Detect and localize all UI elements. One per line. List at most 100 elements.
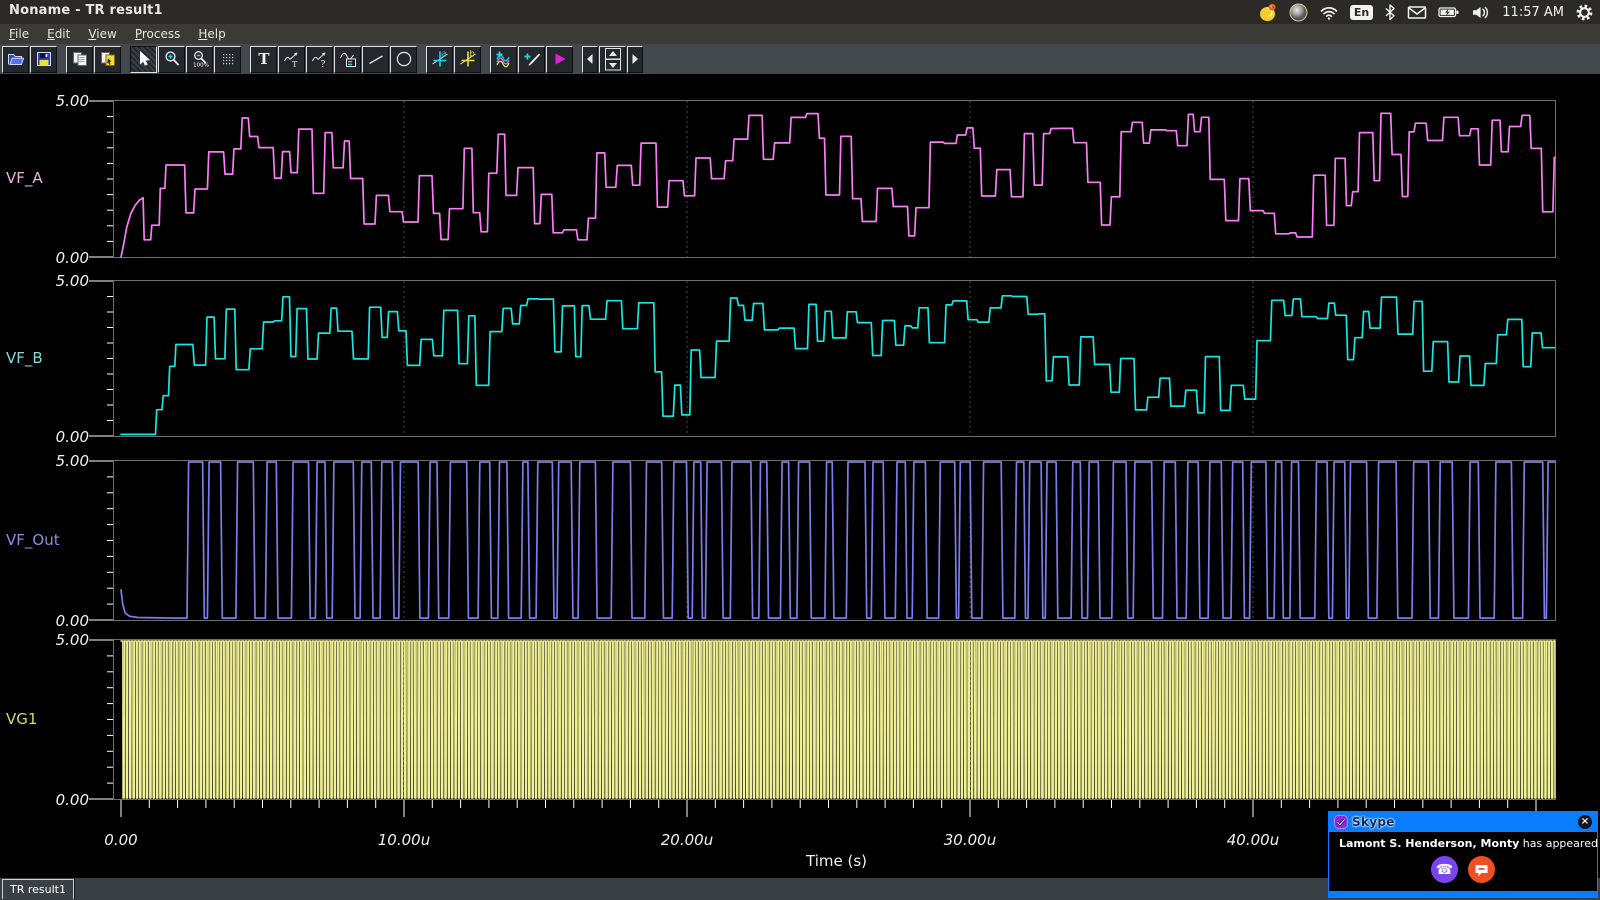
- grid-toggle-button[interactable]: [214, 46, 241, 73]
- svg-text:a: a: [441, 50, 446, 60]
- svg-text:T: T: [258, 50, 270, 68]
- scroll-left-button[interactable]: [582, 46, 598, 73]
- menu-view[interactable]: View: [79, 24, 125, 44]
- toolbar: 100% T T? a b: [0, 44, 1600, 74]
- spinner-icon: [605, 48, 621, 71]
- run-button[interactable]: [546, 46, 573, 73]
- menu-edit[interactable]: Edit: [38, 24, 79, 44]
- trace-vf_out: [121, 462, 1555, 618]
- save-icon: [35, 50, 53, 68]
- x-tick-label: 20.00u: [639, 831, 735, 849]
- call-button[interactable]: ☎: [1431, 856, 1458, 883]
- system-tray: En 11:57 AM: [1258, 0, 1594, 24]
- add-curves-icon: [495, 50, 513, 68]
- cursor-b-icon: b: [459, 50, 477, 68]
- skype-actions: ☎: [1329, 856, 1597, 883]
- add-curve-button[interactable]: [490, 46, 517, 73]
- copy-icon: [71, 50, 89, 68]
- skype-contact-name: Lamont S. Henderson, Monty: [1339, 837, 1519, 850]
- skype-notification-header[interactable]: Skype ×: [1329, 812, 1597, 832]
- annotate-curve-t-button[interactable]: T: [278, 46, 305, 73]
- trace-label-vf_a: VF_A: [6, 169, 43, 187]
- ellipse-tool-icon: [395, 50, 413, 68]
- desktop: { "window": { "title": "Noname - TR resu…: [0, 0, 1600, 900]
- y-axis-max-label: 5.00: [27, 452, 89, 470]
- menu-bar: FileEditViewProcessHelp: [0, 24, 1600, 44]
- trace-vg1: [121, 641, 1555, 798]
- menu-help[interactable]: Help: [189, 24, 234, 44]
- svg-text:b: b: [469, 50, 474, 60]
- tab-tr-result1[interactable]: TR result1: [2, 879, 74, 899]
- window-title: Noname - TR result1: [9, 3, 163, 18]
- y-axis-max-label: 5.00: [27, 92, 89, 110]
- mail-icon[interactable]: [1407, 0, 1427, 24]
- scroll-spinner[interactable]: [599, 46, 626, 73]
- arrow-left-icon: [584, 52, 596, 66]
- curve-arrow-q-icon: ?: [311, 50, 329, 68]
- cursor-a-button[interactable]: a: [426, 46, 453, 73]
- zoom-in-icon: [163, 50, 181, 68]
- trace-label-vf_out: VF_Out: [6, 531, 60, 549]
- y-axis-max-label: 5.00: [27, 272, 89, 290]
- legend-tool-button[interactable]: [334, 46, 361, 73]
- select-cursor-button[interactable]: [130, 46, 157, 73]
- wifi-icon[interactable]: [1319, 0, 1339, 24]
- zoom-in-button[interactable]: [158, 46, 185, 73]
- annotate-curve-q-button[interactable]: ?: [306, 46, 333, 73]
- title-bar[interactable]: Noname - TR result1 En 11:57 AM: [0, 0, 1600, 24]
- text-tool-icon: T: [255, 50, 273, 68]
- panel-vf_a: [113, 100, 1556, 258]
- volume-icon[interactable]: [1471, 0, 1491, 24]
- probe-button[interactable]: [518, 46, 545, 73]
- skype-message: Lamont S. Henderson, Monty has appeared …: [1339, 837, 1600, 850]
- trace-vf_a: [121, 113, 1555, 257]
- open-button[interactable]: [2, 46, 29, 73]
- skype-status-icon[interactable]: [1258, 0, 1278, 24]
- text-tool-button[interactable]: T: [250, 46, 277, 73]
- trace-vf_b: [121, 296, 1555, 435]
- line-tool-button[interactable]: [362, 46, 389, 73]
- trace-label-vf_b: VF_B: [6, 349, 43, 367]
- paste-icon: [99, 50, 117, 68]
- cursor-a-icon: a: [431, 50, 449, 68]
- run-icon: [551, 50, 569, 68]
- zoom-out-100-button[interactable]: 100%: [186, 46, 213, 73]
- session-gear-icon[interactable]: [1575, 0, 1594, 24]
- skype-notification: Skype × Lamont S. Henderson, Monty has a…: [1328, 811, 1598, 898]
- copy-button[interactable]: [66, 46, 93, 73]
- x-tick-label: 10.00u: [356, 831, 452, 849]
- indicator-orb-icon[interactable]: [1289, 0, 1308, 24]
- panel-border: [114, 281, 1556, 437]
- arrow-right-icon: [629, 52, 641, 66]
- skype-check-icon: [1334, 815, 1348, 829]
- chat-button[interactable]: [1468, 856, 1495, 883]
- menu-process[interactable]: Process: [126, 24, 190, 44]
- cursor-b-button[interactable]: b: [454, 46, 481, 73]
- battery-icon[interactable]: [1438, 0, 1460, 24]
- cursor-arrow-icon: [135, 50, 153, 68]
- svg-text:T: T: [292, 60, 298, 68]
- paste-button[interactable]: [94, 46, 121, 73]
- folder-open-icon: [7, 50, 25, 68]
- chat-bubble-icon: [1474, 863, 1489, 877]
- menu-file[interactable]: File: [0, 24, 38, 44]
- close-icon[interactable]: ×: [1578, 815, 1592, 829]
- x-tick-label: 40.00u: [1205, 831, 1301, 849]
- trace-label-vg1: VG1: [6, 710, 37, 728]
- y-axis-max-label: 5.00: [27, 631, 89, 649]
- line-tool-icon: [367, 50, 385, 68]
- curve-legend-icon: [339, 50, 357, 68]
- ellipse-tool-button[interactable]: [390, 46, 417, 73]
- bluetooth-icon[interactable]: [1384, 0, 1396, 24]
- y-axis-min-label: 0.00: [27, 428, 89, 446]
- x-tick-label: 30.00u: [922, 831, 1018, 849]
- save-button[interactable]: [30, 46, 57, 73]
- clock-text[interactable]: 11:57 AM: [1502, 0, 1564, 24]
- y-axis-min-label: 0.00: [27, 612, 89, 630]
- y-axis-min-label: 0.00: [27, 791, 89, 809]
- skype-footer-bar: [1329, 891, 1597, 897]
- scroll-right-button[interactable]: [627, 46, 643, 73]
- panel-vf_b: [113, 280, 1556, 437]
- x-axis-title: Time (s): [806, 852, 867, 870]
- keyboard-indicator[interactable]: En: [1350, 0, 1373, 24]
